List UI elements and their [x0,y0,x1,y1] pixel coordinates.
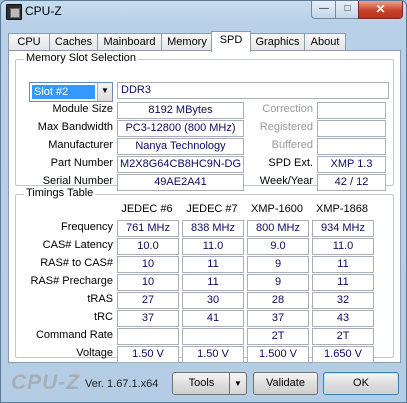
slot-select[interactable]: Slot #2 ▼ [29,82,113,102]
cpu-z-window: CPU-Z — □ ✕ CPU Caches Mainboard Memory … [0,0,407,403]
timing-cell: 32 [312,292,374,309]
spd-ext-label: SPD Ext. [268,157,313,169]
max-bandwidth-value: PC3-12800 (800 MHz) [117,120,244,137]
timing-cell: 11 [182,274,244,291]
column-header: JEDEC #6 [121,203,173,215]
timing-cell: 10 [117,274,179,291]
memory-slot-group: Memory Slot Selection Slot #2 ▼ DDR3 Mod… [15,52,394,191]
timing-cell: 2T [312,328,374,345]
module-size-label: Module Size [52,103,113,115]
max-bandwidth-label: Max Bandwidth [37,121,113,133]
timing-cell: 11 [182,256,244,273]
timing-cell: 37 [117,310,179,327]
chevron-down-icon[interactable]: ▼ [229,372,247,395]
timing-cell: 9 [247,256,309,273]
part-number-value: M2X8G64CB8HC9N-DG [117,156,244,173]
version-label: Ver. 1.67.1.x64 [85,378,159,390]
timing-cell: 11 [312,256,374,273]
spd-ext-value: XMP 1.3 [317,156,386,173]
timing-cell: 43 [312,310,374,327]
week-year-label: Week/Year [259,175,313,187]
row-label-cas-latency: CAS# Latency [42,239,113,251]
timing-cell: 1.650 V [312,346,374,363]
serial-number-label: Serial Number [42,175,113,187]
tab-caches[interactable]: Caches [49,33,98,51]
tab-graphics[interactable]: Graphics [250,33,305,51]
timing-cell: 28 [247,292,309,309]
registered-value [317,120,386,137]
module-size-value: 8192 MBytes [117,102,244,119]
tools-button[interactable]: Tools [172,372,231,395]
row-label-tras: tRAS [87,293,113,305]
spd-panel: Memory Slot Selection Slot #2 ▼ DDR3 Mod… [8,50,401,363]
buffered-value [317,138,386,155]
timing-cell: 27 [117,292,179,309]
timing-cell: 9.0 [247,238,309,255]
timing-cell: 10.0 [117,238,179,255]
timings-group: Timings Table JEDEC #6 JEDEC #7 XMP-1600… [15,187,394,363]
manufacturer-label: Manufacturer [48,139,113,151]
timing-cell: 1.500 V [247,346,309,363]
close-button[interactable]: ✕ [358,1,403,19]
column-header: XMP-1868 [316,203,368,215]
cpu-z-app-icon [6,4,22,20]
correction-label: Correction [262,103,313,115]
window-title: CPU-Z [25,4,62,18]
timings-group-title: Timings Table [24,187,96,199]
timing-cell: 9 [247,274,309,291]
timing-cell: 11.0 [312,238,374,255]
timing-cell: 838 MHz [182,220,244,237]
timing-cell: 37 [247,310,309,327]
week-year-value: 42 / 12 [317,174,386,191]
registered-label: Registered [259,121,313,133]
chevron-down-icon[interactable]: ▼ [97,83,112,101]
timing-cell: 761 MHz [117,220,179,237]
timing-cell: 30 [182,292,244,309]
column-header: JEDEC #7 [186,203,238,215]
timing-cell [182,328,244,345]
serial-number-value: 49AE2A41 [117,174,244,191]
memory-slot-group-title: Memory Slot Selection [24,52,139,64]
tab-memory[interactable]: Memory [161,33,213,51]
validate-button[interactable]: Validate [253,372,318,395]
footer-bar: CPU-Z Ver. 1.67.1.x64 Tools ▼ Validate O… [1,365,406,402]
timing-cell: 1.50 V [182,346,244,363]
column-header: XMP-1600 [251,203,303,215]
timing-cell: 11.0 [182,238,244,255]
timing-cell: 934 MHz [312,220,374,237]
manufacturer-value: Nanya Technology [117,138,244,155]
part-number-label: Part Number [50,157,113,169]
tab-cpu[interactable]: CPU [8,33,50,51]
memory-type-value: DDR3 [117,82,389,99]
buffered-label: Buffered [271,139,313,151]
row-label-frequency: Frequency [61,221,113,233]
minimize-button[interactable]: — [311,1,337,19]
timing-cell: 11 [312,274,374,291]
row-label-ras-to-cas: RAS# to CAS# [40,257,113,269]
row-label-command-rate: Command Rate [35,329,113,341]
ok-button[interactable]: OK [323,372,399,395]
slot-select-value: Slot #2 [32,85,95,99]
title-bar[interactable]: CPU-Z — □ ✕ [1,1,406,21]
tab-spd[interactable]: SPD [211,31,251,52]
cpu-z-logo: CPU-Z [11,371,81,394]
row-label-ras-precharge: RAS# Precharge [30,275,113,287]
correction-value [317,102,386,119]
maximize-button[interactable]: □ [335,1,360,19]
timing-cell [117,328,179,345]
timing-cell: 2T [247,328,309,345]
timing-cell: 41 [182,310,244,327]
row-label-trc: tRC [94,311,113,323]
tab-about[interactable]: About [304,33,346,51]
row-label-voltage: Voltage [76,347,113,359]
timing-cell: 1.50 V [117,346,179,363]
timing-cell: 10 [117,256,179,273]
timing-cell: 800 MHz [247,220,309,237]
tab-mainboard[interactable]: Mainboard [97,33,162,51]
